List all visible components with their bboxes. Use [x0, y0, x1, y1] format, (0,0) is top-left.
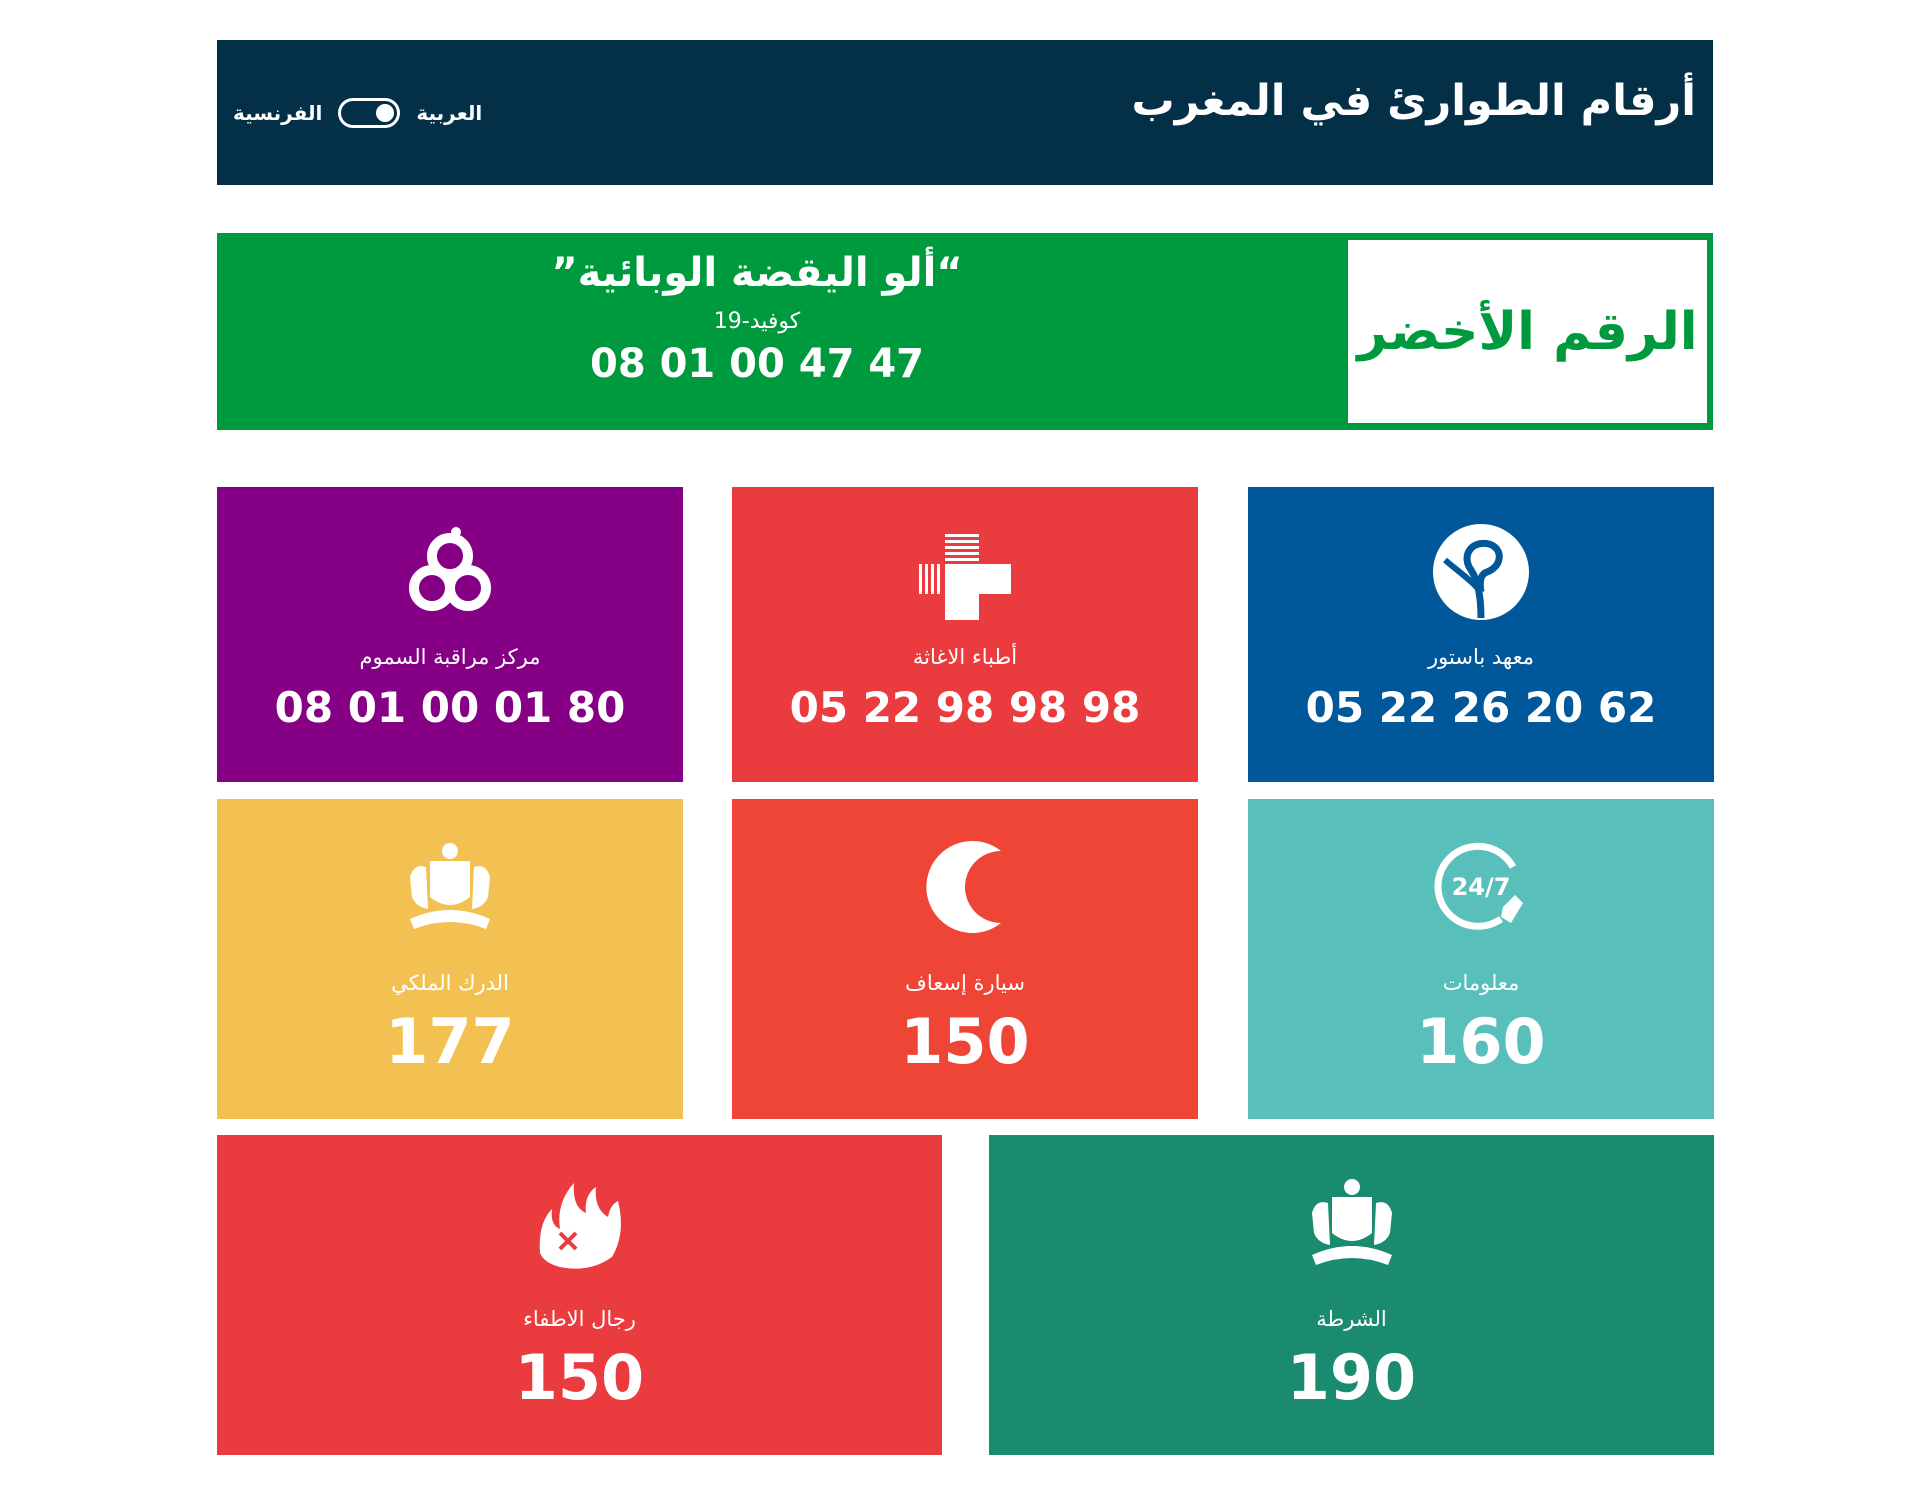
card-poison-number[interactable]: 08 01 00 01 80 [217, 683, 683, 732]
card-ambulance-number[interactable]: 150 [732, 1005, 1198, 1078]
card-urgence-number[interactable]: 05 22 98 98 98 [732, 683, 1198, 732]
card-ambulance-label: سيارة إسعاف [905, 971, 1025, 995]
card-firefighters-number[interactable]: 150 [217, 1341, 942, 1414]
card-gendarmerie-label: الدرك الملكي [391, 971, 509, 995]
pasteur-logo-icon [1433, 524, 1529, 620]
green-service-number[interactable]: 08 01 00 47 47 [467, 337, 1047, 391]
language-switch: الفرنسية العربية [233, 96, 482, 130]
card-pasteur-label: معهد باستور [1428, 645, 1534, 669]
card-pasteur-number[interactable]: 05 22 26 20 62 [1248, 683, 1714, 732]
card-gendarmerie[interactable]: الدرك الملكي 177 [217, 799, 683, 1119]
card-urgence-label: أطباء الاغاثة [912, 645, 1018, 669]
card-firefighters[interactable]: رجال الاطفاء 150 [217, 1135, 942, 1455]
site-header: أرقام الطوارئ في المغرب الفرنسية العربية [217, 40, 1713, 185]
card-police[interactable]: الشرطة 190 [989, 1135, 1714, 1455]
card-info-number[interactable]: 160 [1248, 1005, 1714, 1078]
card-police-number[interactable]: 190 [989, 1341, 1714, 1414]
page-title: أرقام الطوارئ في المغرب [1131, 76, 1696, 126]
card-gendarmerie-number[interactable]: 177 [217, 1005, 683, 1078]
card-urgence-medecins[interactable]: أطباء الاغاثة 05 22 98 98 98 [732, 487, 1198, 782]
green-number-box: الرقم الأخضر [1348, 240, 1707, 423]
green-service-sub: كوفيد-19 [713, 309, 801, 334]
toggle-knob [376, 104, 395, 122]
green-number-banner[interactable]: الرقم الأخضر “ألو اليقضة الوبائية” كوفيد… [217, 233, 1713, 430]
card-pasteur[interactable]: معهد باستور 05 22 26 20 62 [1248, 487, 1714, 782]
card-poison-label: مركز مراقبة السموم [359, 645, 541, 669]
card-poison-center[interactable]: مركز مراقبة السموم 08 01 00 01 80 [217, 487, 683, 782]
green-number-title: الرقم الأخضر [1357, 301, 1698, 362]
fire-flame-icon [539, 1183, 621, 1269]
card-info-label: معلومات [1442, 971, 1520, 995]
svg-text:24/7: 24/7 [1452, 873, 1511, 901]
red-crescent-icon [926, 841, 1001, 933]
poison-snake-icon [409, 527, 491, 611]
green-number-info: “ألو اليقضة الوبائية” كوفيد-19 08 01 00 … [467, 243, 1047, 391]
card-firefighters-label: رجال الاطفاء [523, 1307, 636, 1331]
phone-24-7-icon: 24/7 [1434, 842, 1523, 930]
green-service-name: “ألو اليقضة الوبائية” [551, 250, 963, 296]
card-ambulance[interactable]: سيارة إسعاف 150 [732, 799, 1198, 1119]
lang-arabic-label[interactable]: العربية [416, 101, 482, 125]
card-police-label: الشرطة [1316, 1307, 1387, 1331]
royal-coat-of-arms-icon [1311, 1179, 1392, 1265]
medical-cross-icon [919, 534, 1011, 620]
lang-french-label[interactable]: الفرنسية [233, 101, 322, 125]
card-information[interactable]: 24/7 معلومات 160 [1248, 799, 1714, 1119]
royal-coat-of-arms-icon [410, 843, 490, 929]
language-toggle[interactable] [338, 98, 401, 128]
